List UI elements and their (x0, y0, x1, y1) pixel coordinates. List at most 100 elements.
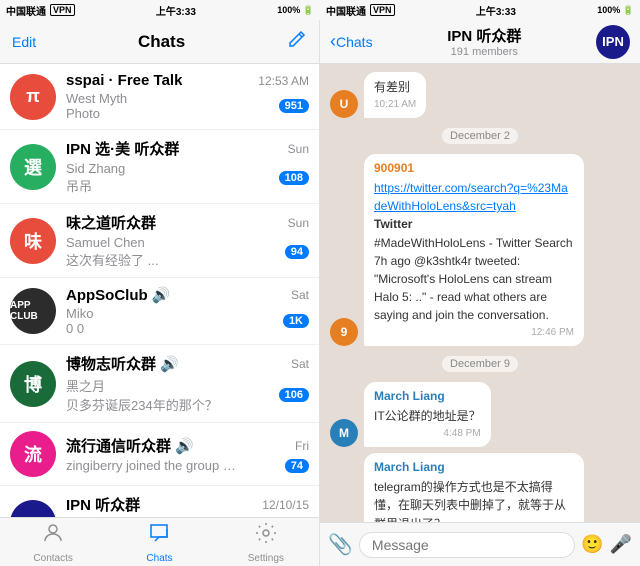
settings-icon (254, 521, 278, 551)
group-avatar[interactable]: IPN (596, 25, 630, 59)
edit-button[interactable]: Edit (12, 34, 36, 50)
attach-icon[interactable]: 📎 (328, 532, 353, 557)
chat-time: Sun (288, 216, 309, 230)
message-row: M March LiangIT公论群的地址是？4:48 PM (330, 382, 630, 447)
chat-avatar: π (10, 74, 56, 120)
date-divider: December 2 (442, 128, 518, 144)
left-battery: 100% 🔋 (277, 5, 314, 16)
msg-sender: 900901 (374, 160, 574, 177)
chat-content: 味之道听众群 Sun Samuel Chen 这次有经验了 ... 94 (66, 212, 309, 269)
back-label: Chats (336, 34, 373, 50)
msg-time: 10:21 AM (374, 98, 416, 112)
right-time: 上午3:33 (399, 3, 594, 18)
chat-item[interactable]: 博 博物志听众群 🔊 Sat 黑之月 贝多芬诞辰234年的那个？ 106 (0, 345, 319, 423)
msg-text: 有差别 (374, 80, 410, 94)
msg-time: 12:46 PM (374, 326, 574, 340)
msg-bubble: 900901 https://twitter.com/search?q=%23Ma… (364, 154, 584, 346)
message-input[interactable] (359, 532, 575, 558)
chat-sender: 黑之月 (66, 376, 236, 395)
chat-item[interactable]: 味 味之道听众群 Sun Samuel Chen 这次有经验了 ... 94 (0, 204, 319, 278)
msg-text: IT公论群的地址是？ (374, 409, 481, 423)
tab-contacts[interactable]: Contacts (0, 518, 106, 566)
unread-badge: 74 (285, 459, 309, 473)
back-button[interactable]: ‹ Chats (330, 31, 373, 52)
chats-icon (147, 521, 171, 551)
msg-text: #MadeWithHoloLens - Twitter Search 7h ag… (374, 236, 573, 323)
chat-content: IPN 听众群 12/10/15 Nick 并不是 (66, 494, 309, 517)
mic-icon[interactable]: 🎤 (610, 534, 632, 555)
chat-time: Sun (288, 142, 309, 156)
tab-settings[interactable]: Settings (213, 518, 319, 566)
chat-name: IPN 听众群 (66, 494, 140, 515)
msg-time: 4:48 PM (374, 427, 481, 441)
date-divider: December 9 (442, 356, 518, 372)
chat-sender: Miko (66, 306, 236, 321)
left-header: Edit Chats (0, 20, 319, 64)
chat-time: Sat (291, 288, 309, 302)
chat-preview: Photo (66, 106, 236, 121)
tab-chats[interactable]: Chats (106, 518, 212, 566)
input-area: 📎 🙂 🎤 (320, 522, 640, 566)
chat-avatar: APP CLUB (10, 288, 56, 334)
chat-sender: Sid Zhang (66, 161, 236, 176)
chat-preview: 0 0 (66, 321, 236, 336)
chat-content: 博物志听众群 🔊 Sat 黑之月 贝多芬诞辰234年的那个？ 106 (66, 353, 309, 414)
chat-avatar: 選 (10, 144, 56, 190)
unread-badge: 106 (279, 388, 309, 402)
msg-link[interactable]: https://twitter.com/search?q=%23MadeWith… (374, 181, 568, 213)
chat-content: sspai · Free Talk 12:53 AM West Myth Pho… (66, 72, 309, 121)
msg-text: telegram的操作方式也是不太搞得懂，在聊天列表中删掉了，就等于从群里退出了… (374, 480, 566, 522)
right-header: ‹ Chats IPN 听众群 191 members IPN (320, 20, 640, 64)
chat-name: AppSoClub 🔊 (66, 286, 171, 304)
unread-badge: 951 (279, 99, 309, 113)
unread-badge: 1K (283, 314, 309, 328)
chat-item[interactable]: π sspai · Free Talk 12:53 AM West Myth P… (0, 64, 319, 130)
chat-item[interactable]: 流 流行通信听众群 🔊 Fri zingiberry joined the gr… (0, 423, 319, 486)
chat-time: Fri (295, 439, 309, 453)
chat-list: π sspai · Free Talk 12:53 AM West Myth P… (0, 64, 319, 517)
left-time: 上午3:33 (79, 3, 274, 18)
msg-bubble: March Liang IT公论群的地址是？ 4:48 PM (364, 382, 491, 447)
right-battery: 100% 🔋 (597, 5, 634, 16)
chat-item[interactable]: 選 IPN 选·美 听众群 Sun Sid Zhang 吊吊 108 (0, 130, 319, 204)
compose-button[interactable] (287, 29, 307, 54)
chat-avatar: IPN (10, 500, 56, 518)
chat-content: AppSoClub 🔊 Sat Miko 0 0 1K (66, 286, 309, 336)
chat-item[interactable]: IPN IPN 听众群 12/10/15 Nick 并不是 (0, 486, 319, 517)
chat-avatar: 流 (10, 431, 56, 477)
chat-sender: Samuel Chen (66, 235, 236, 250)
chat-preview: 贝多芬诞辰234年的那个？ (66, 395, 236, 414)
tab-chats-label: Chats (146, 553, 172, 564)
sticker-icon[interactable]: 🙂 (581, 534, 603, 555)
chat-name: sspai · Free Talk (66, 72, 182, 89)
chat-preview: 吊吊 (66, 176, 236, 195)
left-carrier: 中国联通 (6, 3, 46, 18)
msg-link-label: Twitter (374, 217, 412, 231)
chat-time: 12/10/15 (262, 498, 309, 512)
chat-name: 味之道听众群 (66, 212, 156, 233)
bottom-tabs: Contacts Chats Settings (0, 517, 319, 566)
message-row: U 有差别 10:21 AM (330, 72, 630, 118)
chat-group-members: 191 members (451, 46, 518, 58)
right-vpn-badge: VPN (370, 4, 395, 16)
chat-avatar: 博 (10, 361, 56, 407)
msg-sender: March Liang (374, 388, 481, 405)
chat-item[interactable]: APP CLUB AppSoClub 🔊 Sat Miko 0 0 1K (0, 278, 319, 345)
chats-title: Chats (138, 32, 185, 52)
chat-name: IPN 选·美 听众群 (66, 138, 179, 159)
chat-avatar: 味 (10, 218, 56, 264)
msg-bubble: March Liang telegram的操作方式也是不太搞得懂，在聊天列表中删掉… (364, 453, 584, 522)
right-carrier: 中国联通 (326, 3, 366, 18)
chat-group-title: IPN 听众群 (447, 25, 521, 46)
msg-avatar: 9 (330, 318, 358, 346)
left-vpn-badge: VPN (50, 4, 75, 16)
chat-name: 流行通信听众群 🔊 (66, 435, 194, 456)
msg-sender: March Liang (374, 459, 574, 476)
message-row: M March Liangtelegram的操作方式也是不太搞得懂，在聊天列表中… (330, 453, 630, 522)
messages-area: U 有差别 10:21 AM December 2 9 900901 https:/… (320, 64, 640, 522)
unread-badge: 108 (279, 171, 309, 185)
msg-avatar: U (330, 90, 358, 118)
chat-preview: 这次有经验了 ... (66, 250, 236, 269)
tab-settings-label: Settings (248, 553, 284, 564)
msg-bubble: 有差别 10:21 AM (364, 72, 426, 118)
